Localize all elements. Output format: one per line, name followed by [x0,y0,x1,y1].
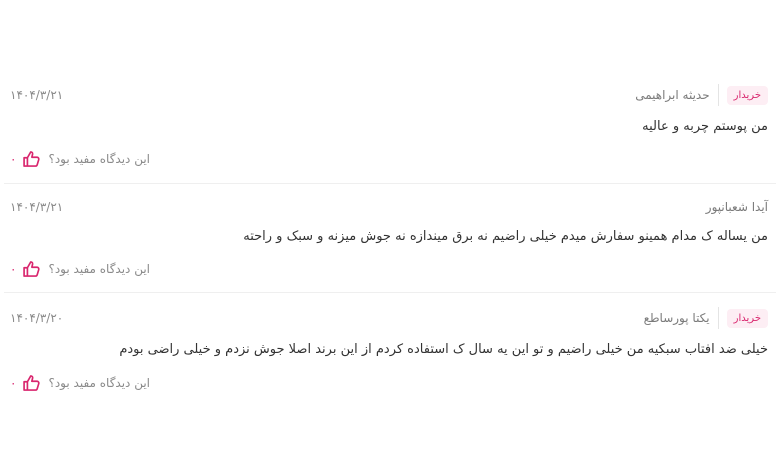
author-name: یکتا پورساطع [643,311,710,325]
comment-date: ۱۴۰۴/۳/۲۱ [10,88,64,102]
author-name: حدیثه ابراهیمی [635,88,710,102]
comment-item: یکتا پورساطع خریدار ۱۴۰۴/۳/۲۰ خیلی ضد اف… [4,303,776,403]
helpful-row: ۰ این دیدگاه مفید بود؟ [10,259,150,279]
comments-list: حدیثه ابراهیمی خریدار ۱۴۰۴/۳/۲۱ من پوستم… [0,0,780,470]
comment-text: من یساله ک مدام همینو سفارش میدم خیلی را… [243,229,768,244]
helpful-row: ۰ این دیدگاه مفید بود؟ [10,149,150,169]
author-block: حدیثه ابراهیمی خریدار [635,82,768,108]
helpful-question: این دیدگاه مفید بود؟ [48,152,151,166]
like-count: ۰ [10,152,17,166]
helpful-row: ۰ این دیدگاه مفید بود؟ [10,373,150,393]
comment-item: آیدا شعبانپور ۱۴۰۴/۳/۲۱ من یساله ک مدام … [4,192,776,293]
author-block: یکتا پورساطع خریدار [644,305,768,331]
thumbs-up-icon[interactable] [22,149,42,169]
comment-date: ۱۴۰۴/۳/۲۱ [10,200,64,214]
author-separator [717,84,719,106]
comment-text: خیلی ضد افتاب سبکیه من خیلی راضیم و تو ا… [119,342,768,357]
comment-meta: یکتا پورساطع خریدار ۱۴۰۴/۳/۲۰ [4,305,776,331]
comment-meta: حدیثه ابراهیمی خریدار ۱۴۰۴/۳/۲۱ [4,82,776,108]
comment-meta: آیدا شعبانپور ۱۴۰۴/۳/۲۱ [4,194,776,220]
buyer-badge: خریدار [726,85,768,105]
comment-date: ۱۴۰۴/۳/۲۰ [10,311,64,325]
like-count: ۰ [10,376,17,390]
comment-text: من پوستم چربه و عالیه [642,119,768,134]
like-count: ۰ [10,262,17,276]
buyer-badge: خریدار [726,308,768,328]
thumbs-up-icon[interactable] [22,259,42,279]
helpful-question: این دیدگاه مفید بود؟ [48,376,151,390]
author-separator [717,307,719,329]
helpful-question: این دیدگاه مفید بود؟ [48,262,151,276]
thumbs-up-icon[interactable] [22,373,42,393]
author-block: آیدا شعبانپور [706,194,768,220]
comment-item: حدیثه ابراهیمی خریدار ۱۴۰۴/۳/۲۱ من پوستم… [4,80,776,184]
author-name: آیدا شعبانپور [705,200,768,214]
